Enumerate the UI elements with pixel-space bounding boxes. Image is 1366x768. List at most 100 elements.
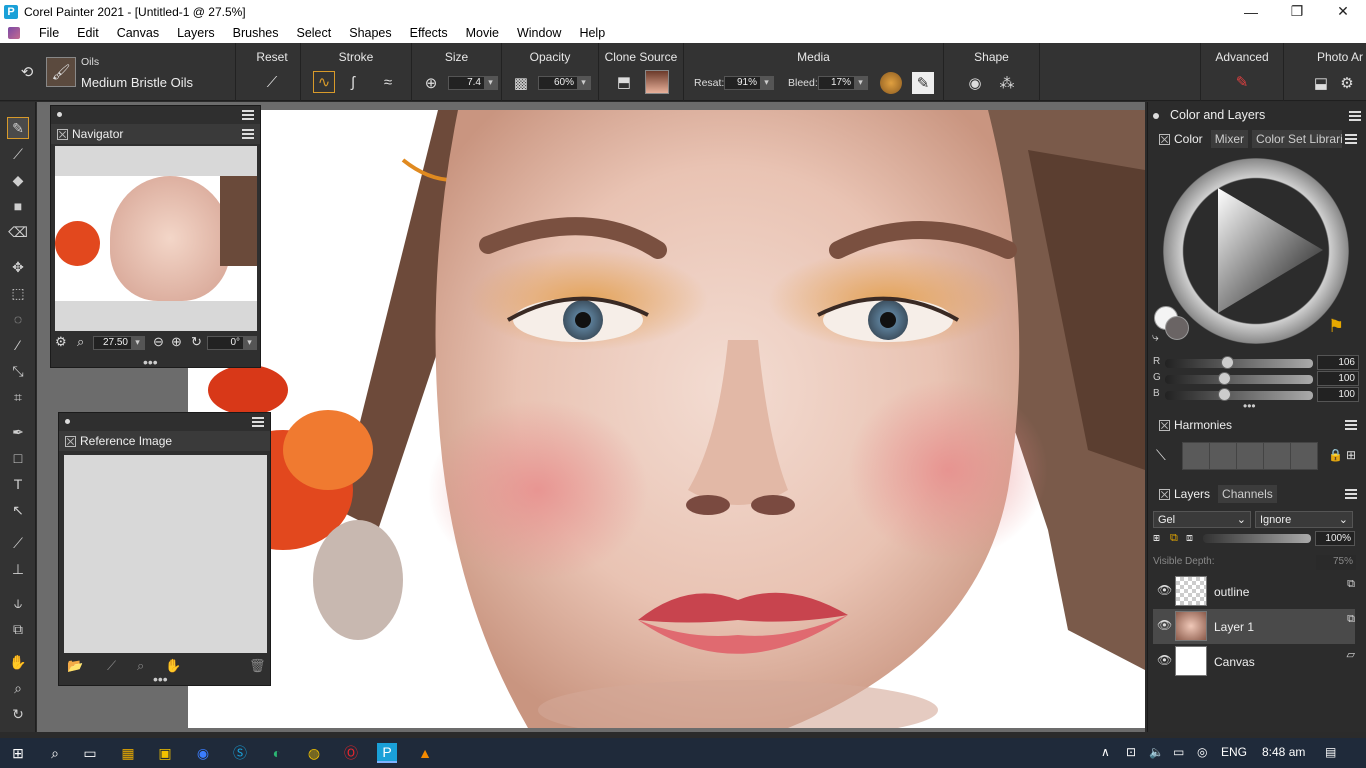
red-value[interactable]: 106: [1317, 355, 1359, 370]
visibility-eye-icon[interactable]: 👁: [1157, 584, 1172, 596]
zoom-in-icon[interactable]: ⊕: [171, 334, 182, 350]
crop-icon[interactable]: ⌗: [7, 386, 29, 408]
clone-stamp-icon[interactable]: ⬒: [613, 71, 635, 93]
grabber-hand-icon[interactable]: ✋: [7, 651, 29, 673]
color-more-icon[interactable]: •••: [1243, 399, 1256, 413]
green-value[interactable]: 100: [1317, 371, 1359, 386]
tab-color[interactable]: Color: [1174, 132, 1211, 146]
menu-shapes[interactable]: Shapes: [340, 23, 400, 43]
close-tab-icon[interactable]: [65, 435, 76, 447]
brush-variant-label[interactable]: Medium Bristle Oils: [81, 75, 193, 90]
bristle-shape-icon[interactable]: ⁂: [996, 72, 1018, 94]
pen-tool-icon[interactable]: ✒: [7, 421, 29, 443]
restore-button[interactable]: ❐: [1274, 0, 1320, 23]
menu-file[interactable]: File: [30, 23, 68, 43]
shape-selection-icon[interactable]: ↖: [7, 499, 29, 521]
tab-layers[interactable]: Layers: [1174, 487, 1218, 501]
freehand-stroke-icon[interactable]: ∿: [313, 71, 335, 93]
start-windows-icon[interactable]: ⊞: [8, 743, 28, 763]
rubber-stamp-icon[interactable]: ⊥: [7, 558, 29, 580]
harmony-rule-icon[interactable]: ⟍: [1156, 447, 1166, 464]
zoom-field[interactable]: 27.50: [93, 336, 145, 350]
panel-menu-icon[interactable]: [252, 417, 264, 427]
dropper-icon[interactable]: ⟋: [107, 658, 116, 674]
task-view-icon[interactable]: ▭: [80, 743, 100, 763]
panel-menu-icon[interactable]: [242, 110, 254, 120]
transform-icon[interactable]: ⤡: [7, 360, 29, 382]
tab-color-set-libraries[interactable]: Color Set Librarie: [1252, 130, 1343, 148]
harmonies-menu-icon[interactable]: [1345, 420, 1357, 430]
delete-icon[interactable]: 🗑: [249, 658, 266, 674]
layer-row-layer-1[interactable]: 👁 Layer 1 ⧉: [1153, 609, 1355, 644]
menu-movie[interactable]: Movie: [457, 23, 508, 43]
rotation-field[interactable]: 0°: [207, 336, 257, 350]
size-field[interactable]: 7.4: [448, 76, 498, 90]
zoom-out-icon[interactable]: ⊖: [153, 334, 164, 350]
close-tab-icon[interactable]: [1159, 488, 1170, 500]
add-harmony-icon[interactable]: ⊞: [1346, 448, 1356, 462]
color-triangle[interactable]: [1163, 158, 1349, 344]
layer-adjuster-icon[interactable]: ✥: [7, 256, 29, 278]
preserve-transparency-icon[interactable]: ⧆: [1153, 532, 1160, 545]
color-menu-icon[interactable]: [1345, 134, 1357, 144]
brush-dab-icon[interactable]: 🖌: [46, 57, 76, 87]
layers-menu-icon[interactable]: [1345, 489, 1357, 499]
stroke-options-icon[interactable]: ≈: [377, 71, 399, 93]
layer-row-outline[interactable]: 👁 outline ⧉: [1153, 574, 1355, 609]
menu-brushes[interactable]: Brushes: [224, 23, 288, 43]
layer-row-canvas[interactable]: 👁 Canvas ▱: [1153, 644, 1355, 679]
photo-art-icon[interactable]: ⬓: [1310, 72, 1332, 94]
clone-source-thumbnail[interactable]: [645, 70, 669, 94]
layer-opacity-value[interactable]: 100%: [1315, 531, 1355, 546]
skype-icon[interactable]: Ⓢ: [230, 743, 250, 763]
harmony-swatches[interactable]: [1182, 442, 1318, 470]
color-stamp-icon[interactable]: ⚑: [1328, 316, 1344, 337]
menu-layers[interactable]: Layers: [168, 23, 224, 43]
file-explorer-icon[interactable]: ▣: [155, 743, 175, 763]
navigator-more-icon[interactable]: •••: [143, 354, 158, 370]
bleed-field[interactable]: 17%: [818, 76, 868, 90]
fill-rectangle-icon[interactable]: ■: [7, 195, 29, 217]
menu-help[interactable]: Help: [570, 23, 614, 43]
battery-icon[interactable]: ▭: [1173, 745, 1184, 759]
straight-stroke-icon[interactable]: ʃ: [342, 71, 364, 93]
swap-colors-icon[interactable]: ⤷: [1152, 330, 1159, 345]
reset-tool-icon[interactable]: ⟋: [261, 71, 283, 93]
rotate-page-icon[interactable]: ↻: [7, 703, 29, 725]
eraser-tool-icon[interactable]: ⌫: [7, 221, 29, 243]
app-icon-media[interactable]: ▦: [118, 743, 138, 763]
opacity-field[interactable]: 60%: [538, 76, 591, 90]
navigator-menu-icon[interactable]: [242, 129, 254, 139]
notification-icon[interactable]: ▤: [1325, 745, 1336, 759]
menu-edit[interactable]: Edit: [68, 23, 108, 43]
lock-harmony-icon[interactable]: 🔒: [1328, 448, 1343, 462]
composite-depth-select[interactable]: Ignore ⌄: [1255, 511, 1353, 528]
search-icon[interactable]: ⌕: [45, 743, 65, 763]
blue-slider[interactable]: B 100: [1153, 387, 1363, 403]
red-slider[interactable]: R 106: [1153, 355, 1363, 371]
network-icon[interactable]: ◎: [1197, 745, 1207, 759]
opera-icon[interactable]: Ⓞ: [341, 743, 361, 763]
chevron-up-icon[interactable]: ∧: [1101, 745, 1110, 759]
text-tool-icon[interactable]: T: [7, 473, 29, 495]
lock-layer-icon[interactable]: ⧈: [1186, 532, 1193, 545]
color-wheel[interactable]: [1163, 158, 1349, 344]
lasso-icon[interactable]: ◌: [7, 308, 29, 330]
clock[interactable]: 8:48 am: [1262, 745, 1305, 759]
green-slider[interactable]: G 100: [1153, 371, 1363, 387]
zoom-app-icon[interactable]: ◉: [193, 743, 213, 763]
settings-icon[interactable]: ⚙: [55, 334, 67, 350]
mirror-painting-icon[interactable]: ⫝: [7, 592, 29, 614]
tab-channels[interactable]: Channels: [1218, 485, 1277, 503]
menu-effects[interactable]: Effects: [401, 23, 457, 43]
magic-wand-icon[interactable]: ⁄: [7, 334, 29, 356]
resat-field[interactable]: 91%: [724, 76, 774, 90]
navigator-preview[interactable]: [55, 146, 257, 331]
reference-image-area[interactable]: [64, 455, 267, 653]
menu-select[interactable]: Select: [287, 23, 340, 43]
rotate-icon[interactable]: ↻: [191, 334, 202, 350]
close-tab-icon[interactable]: [1159, 133, 1170, 145]
photo-paint-icon[interactable]: ⚙: [1336, 72, 1358, 94]
open-folder-icon[interactable]: 📂: [67, 658, 83, 674]
close-button[interactable]: ✕: [1320, 0, 1366, 23]
